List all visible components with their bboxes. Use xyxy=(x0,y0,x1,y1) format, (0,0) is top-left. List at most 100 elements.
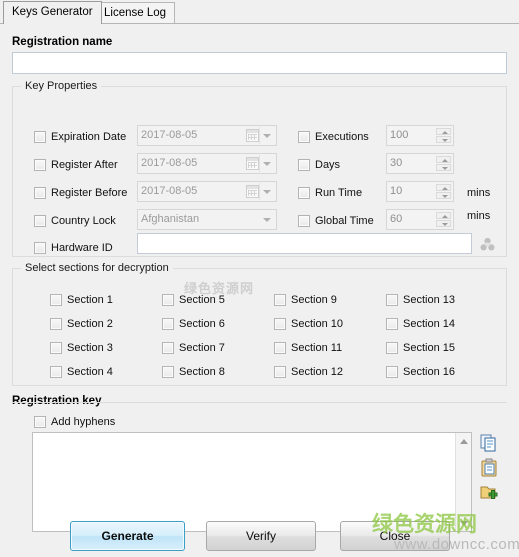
copy-icon[interactable] xyxy=(479,433,499,453)
label-days: Days xyxy=(315,159,341,171)
unit-run-time: mins xyxy=(467,187,491,199)
registration-name-input[interactable] xyxy=(12,52,507,74)
spinner-buttons[interactable] xyxy=(436,212,451,227)
datepicker-register-before[interactable]: 2017-08-05 xyxy=(137,181,277,202)
label-section-2: Section 2 xyxy=(67,318,113,330)
checkbox-section-16[interactable] xyxy=(386,366,398,378)
label-run-time: Run Time xyxy=(315,187,363,199)
tab-keys-generator[interactable]: Keys Generator xyxy=(3,1,102,24)
keys-generator-panel: Registration name Key Properties Expirat… xyxy=(0,24,519,557)
verify-button-label: Verify xyxy=(245,529,276,543)
checkbox-hardware-id[interactable] xyxy=(34,242,46,254)
checkbox-country-lock[interactable] xyxy=(34,215,46,227)
spinner-up-icon xyxy=(436,184,451,191)
hardware-id-input[interactable] xyxy=(137,233,472,254)
datepicker-expiration-date[interactable]: 2017-08-05 xyxy=(137,125,277,146)
registration-name-header: Registration name xyxy=(12,36,113,48)
scroll-down-icon[interactable] xyxy=(456,515,471,531)
checkbox-add-hyphens[interactable] xyxy=(34,416,46,428)
sections-caption: Select sections for decryption xyxy=(21,262,173,274)
spinner-up-icon xyxy=(436,212,451,219)
tab-keys-generator-label: Keys Generator xyxy=(12,6,93,18)
label-section-12: Section 12 xyxy=(291,366,343,378)
chevron-down-icon[interactable] xyxy=(259,128,274,143)
checkbox-register-before[interactable] xyxy=(34,187,46,199)
checkbox-section-13[interactable] xyxy=(386,294,398,306)
paste-icon[interactable] xyxy=(479,458,499,478)
label-section-13: Section 13 xyxy=(403,294,455,306)
close-button[interactable]: Close xyxy=(340,521,450,551)
label-hardware-id: Hardware ID xyxy=(51,242,113,254)
checkbox-run-time[interactable] xyxy=(298,187,310,199)
registration-key-textarea[interactable] xyxy=(32,432,472,532)
spinner-buttons[interactable] xyxy=(436,156,451,171)
chevron-down-icon[interactable] xyxy=(259,156,274,171)
checkbox-section-7[interactable] xyxy=(162,342,174,354)
datepicker-register-before-value: 2017-08-05 xyxy=(141,185,198,197)
tab-strip: Keys Generator License Log xyxy=(0,0,519,24)
spinner-buttons[interactable] xyxy=(436,128,451,143)
spinner-run-time[interactable]: 10 xyxy=(386,181,454,202)
checkbox-section-6[interactable] xyxy=(162,318,174,330)
checkbox-section-8[interactable] xyxy=(162,366,174,378)
checkbox-section-2[interactable] xyxy=(50,318,62,330)
checkbox-days[interactable] xyxy=(298,159,310,171)
spinner-run-time-value: 10 xyxy=(390,185,403,197)
label-section-6: Section 6 xyxy=(179,318,225,330)
label-section-10: Section 10 xyxy=(291,318,343,330)
checkbox-executions[interactable] xyxy=(298,131,310,143)
label-add-hyphens: Add hyphens xyxy=(51,416,116,428)
scroll-up-icon[interactable] xyxy=(456,433,471,449)
checkbox-section-4[interactable] xyxy=(50,366,62,378)
checkbox-global-time[interactable] xyxy=(298,215,310,227)
label-global-time: Global Time xyxy=(315,215,374,227)
label-expiration-date: Expiration Date xyxy=(51,131,127,143)
label-section-1: Section 1 xyxy=(67,294,113,306)
checkbox-section-3[interactable] xyxy=(50,342,62,354)
checkbox-section-11[interactable] xyxy=(274,342,286,354)
close-button-label: Close xyxy=(379,529,411,543)
checkbox-section-14[interactable] xyxy=(386,318,398,330)
spinner-buttons[interactable] xyxy=(436,184,451,199)
spinner-down-icon xyxy=(436,220,451,227)
generate-button[interactable]: Generate xyxy=(70,521,185,551)
spinner-global-time[interactable]: 60 xyxy=(386,209,454,230)
label-executions: Executions xyxy=(315,131,369,143)
checkbox-register-after[interactable] xyxy=(34,159,46,171)
label-register-before: Register Before xyxy=(51,187,128,199)
spinner-executions[interactable]: 100 xyxy=(386,125,454,146)
label-section-4: Section 4 xyxy=(67,366,113,378)
checkbox-section-15[interactable] xyxy=(386,342,398,354)
spinner-down-icon xyxy=(436,136,451,143)
checkbox-section-5[interactable] xyxy=(162,294,174,306)
checkbox-section-10[interactable] xyxy=(274,318,286,330)
label-register-after: Register After xyxy=(51,159,118,171)
tab-license-log[interactable]: License Log xyxy=(95,2,176,23)
checkbox-section-1[interactable] xyxy=(50,294,62,306)
scrollbar-vertical[interactable] xyxy=(455,433,471,531)
label-section-15: Section 15 xyxy=(403,342,455,354)
label-section-5: Section 5 xyxy=(179,294,225,306)
datepicker-expiration-date-value: 2017-08-05 xyxy=(141,129,198,141)
combobox-country-lock[interactable]: Afghanistan xyxy=(137,209,277,230)
spinner-up-icon xyxy=(436,128,451,135)
hardware-chip-icon[interactable] xyxy=(479,236,496,253)
chevron-down-icon[interactable] xyxy=(259,212,274,227)
spinner-days[interactable]: 30 xyxy=(386,153,454,174)
checkbox-expiration-date[interactable] xyxy=(34,131,46,143)
spinner-down-icon xyxy=(436,192,451,199)
label-section-14: Section 14 xyxy=(403,318,455,330)
label-section-16: Section 16 xyxy=(403,366,455,378)
key-properties-caption: Key Properties xyxy=(21,80,102,92)
spinner-days-value: 30 xyxy=(390,157,403,169)
spinner-executions-value: 100 xyxy=(390,129,409,141)
checkbox-section-12[interactable] xyxy=(274,366,286,378)
calendar-icon xyxy=(246,157,259,170)
generate-button-label: Generate xyxy=(101,529,154,543)
tab-license-log-label: License Log xyxy=(104,7,167,19)
save-to-file-icon[interactable] xyxy=(479,482,499,502)
datepicker-register-after[interactable]: 2017-08-05 xyxy=(137,153,277,174)
checkbox-section-9[interactable] xyxy=(274,294,286,306)
chevron-down-icon[interactable] xyxy=(259,184,274,199)
verify-button[interactable]: Verify xyxy=(206,521,316,551)
